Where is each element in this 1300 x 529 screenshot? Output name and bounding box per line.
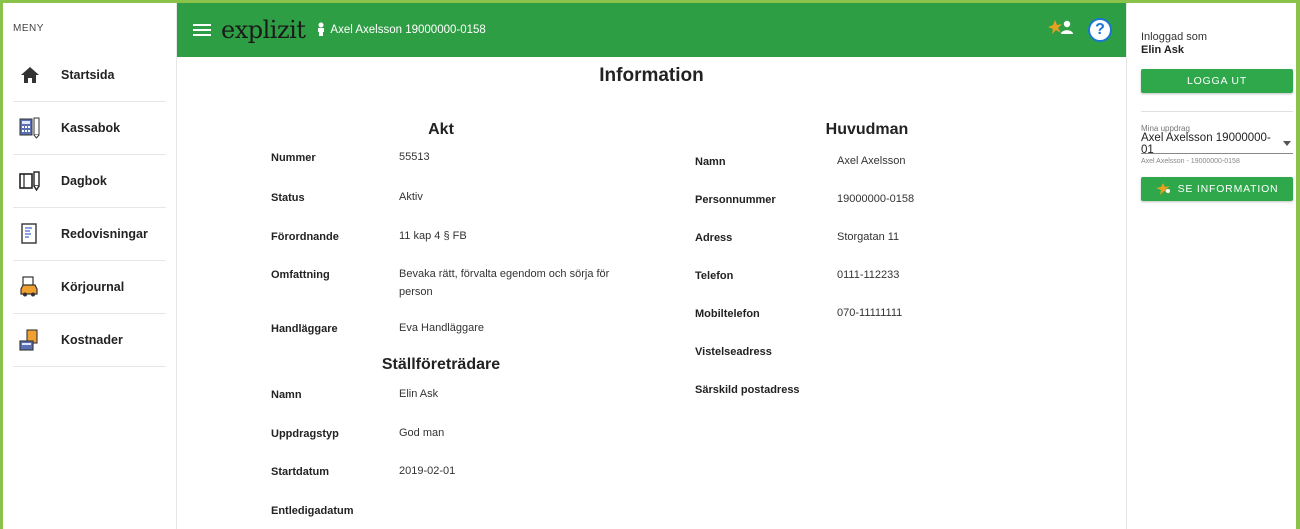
sidebar-item-redovisningar[interactable]: Redovisningar xyxy=(13,208,166,261)
current-client[interactable]: Axel Axelsson 19000000-0158 xyxy=(317,22,486,39)
client-name: Axel Axelsson 19000000-0158 xyxy=(330,24,486,36)
hm-label-personnummer: Personnummer xyxy=(695,194,776,206)
app-logo[interactable]: explizit xyxy=(221,16,306,44)
stf-value-startdatum: 2019-02-01 xyxy=(399,465,456,477)
assignment-helper-text: Axel Axelsson - 19000000-0158 xyxy=(1141,158,1240,165)
hm-label-mobiltelefon: Mobiltelefon xyxy=(695,308,760,320)
sidebar-item-label: Körjournal xyxy=(61,280,125,294)
dropdown-arrow-icon xyxy=(1283,141,1291,146)
help-icon[interactable]: ? xyxy=(1088,18,1112,42)
hm-label-vistelseadress: Vistelseadress xyxy=(695,346,772,358)
sidebar-item-kostnader[interactable]: Kostnader xyxy=(13,314,166,367)
akt-value-nummer: 55513 xyxy=(399,151,430,163)
hm-label-telefon: Telefon xyxy=(695,270,734,282)
hm-value-telefon: 0111-112233 xyxy=(837,269,900,281)
sidebar-item-label: Kostnader xyxy=(61,333,123,347)
hm-label-sarskild-postadress: Särskild postadress xyxy=(695,384,800,396)
sidebar-item-label: Kassabok xyxy=(61,121,121,135)
akt-value-status: Aktiv xyxy=(399,191,423,203)
menu-title: MENY xyxy=(13,23,44,34)
akt-label-status: Status xyxy=(271,192,305,204)
stf-value-uppdragstyp: God man xyxy=(399,427,445,439)
right-panel: Inloggad som Elin Ask LOGGA UT Mina uppd… xyxy=(1126,3,1296,529)
page-title: Information xyxy=(599,65,704,86)
section-heading-stallforetradare: Ställföreträdare xyxy=(381,356,501,373)
divider xyxy=(1141,111,1293,112)
car-icon xyxy=(19,276,41,298)
stf-label-entledigadatum: Entledigadatum xyxy=(271,505,354,517)
sidebar-item-label: Redovisningar xyxy=(61,227,148,241)
section-heading-huvudman: Huvudman xyxy=(825,121,909,138)
hm-value-adress: Storgatan 11 xyxy=(837,231,900,243)
top-bar-actions: ? xyxy=(1048,18,1112,42)
hm-value-mobiltelefon: 070-11111111 xyxy=(837,307,903,319)
akt-label-forordnande: Förordnande xyxy=(271,231,339,243)
main-content: Information Akt Nummer 55513 Status Akti… xyxy=(177,57,1126,529)
akt-value-omfattning: Bevaka rätt, förvalta egendom och sörja … xyxy=(399,268,610,298)
sidebar-item-label: Startsida xyxy=(61,68,115,82)
hamburger-menu-icon[interactable] xyxy=(193,21,211,39)
hm-value-namn: Axel Axelsson xyxy=(837,155,906,167)
stf-label-startdatum: Startdatum xyxy=(271,466,330,478)
hm-label-namn: Namn xyxy=(695,156,726,168)
diary-icon xyxy=(19,170,41,192)
sidebar-item-dagbok[interactable]: Dagbok xyxy=(13,155,166,208)
stf-label-uppdragstyp: Uppdragstyp xyxy=(271,428,339,440)
costs-icon xyxy=(19,329,41,351)
section-heading-akt: Akt xyxy=(428,121,454,138)
assignment-info-icon[interactable] xyxy=(1048,19,1074,42)
logged-in-user: Elin Ask xyxy=(1141,44,1184,56)
home-icon xyxy=(19,64,41,86)
info-star-icon xyxy=(1155,182,1172,196)
see-information-button[interactable]: SE INFORMATION xyxy=(1141,177,1293,201)
akt-value-handlaggare: Eva Handläggare xyxy=(399,322,485,334)
top-bar: explizit Axel Axelsson 19000000-0158 ? xyxy=(177,3,1126,57)
akt-label-handlaggare: Handläggare xyxy=(271,323,338,335)
assignment-selected-value: Axel Axelsson 19000000-01 xyxy=(1141,131,1271,156)
sidebar-item-startsida[interactable]: Startsida xyxy=(13,49,166,102)
hm-label-adress: Adress xyxy=(695,232,733,244)
akt-label-omfattning: Omfattning xyxy=(271,269,330,281)
logged-in-label: Inloggad som xyxy=(1141,31,1208,43)
logout-button[interactable]: LOGGA UT xyxy=(1141,69,1293,93)
hm-value-personnummer: 19000000-0158 xyxy=(837,193,915,205)
person-icon xyxy=(317,22,325,39)
logout-button-label: LOGGA UT xyxy=(1186,75,1248,87)
stf-label-namn: Namn xyxy=(271,389,302,401)
cashbook-icon xyxy=(19,117,41,139)
akt-value-forordnande: 11 kap 4 § FB xyxy=(399,230,467,242)
akt-label-nummer: Nummer xyxy=(271,152,316,164)
stf-value-namn: Elin Ask xyxy=(399,388,439,400)
see-information-label: SE INFORMATION xyxy=(1177,183,1279,195)
sidebar-item-korjournal[interactable]: Körjournal xyxy=(13,261,166,314)
sidebar: MENY Startsida Kassabok Dagbok Redovisni… xyxy=(3,3,177,529)
sidebar-item-kassabok[interactable]: Kassabok xyxy=(13,102,166,155)
sidebar-item-label: Dagbok xyxy=(61,174,107,188)
assignment-select[interactable]: Axel Axelsson 19000000-01 xyxy=(1141,131,1293,156)
report-icon xyxy=(19,223,41,245)
